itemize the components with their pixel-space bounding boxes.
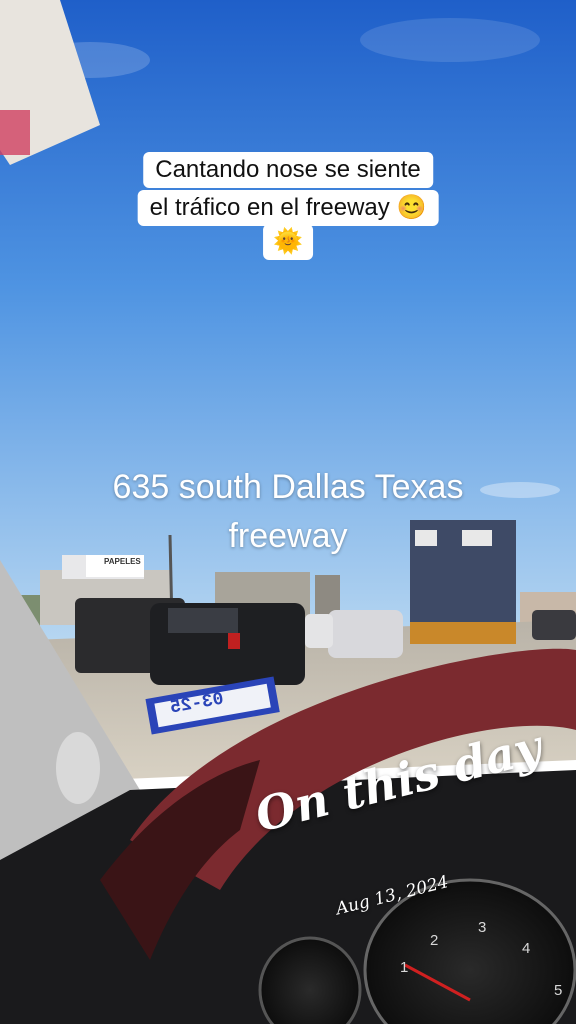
caption-line-2: el tráfico en el freeway 😊 — [137, 190, 439, 226]
location-text-line-1: 635 south Dallas Texas — [112, 468, 464, 506]
svg-text:5: 5 — [554, 982, 562, 999]
caption-line-1: Cantando nose se siente — [143, 152, 433, 188]
billboard-label: PAPELES — [104, 557, 141, 566]
location-text-line-2: freeway — [228, 517, 348, 555]
svg-text:3: 3 — [478, 919, 486, 936]
svg-text:2: 2 — [430, 932, 438, 949]
svg-text:4: 4 — [522, 940, 530, 957]
caption-emoji: 🌞 — [263, 224, 313, 260]
svg-text:1: 1 — [400, 959, 408, 976]
